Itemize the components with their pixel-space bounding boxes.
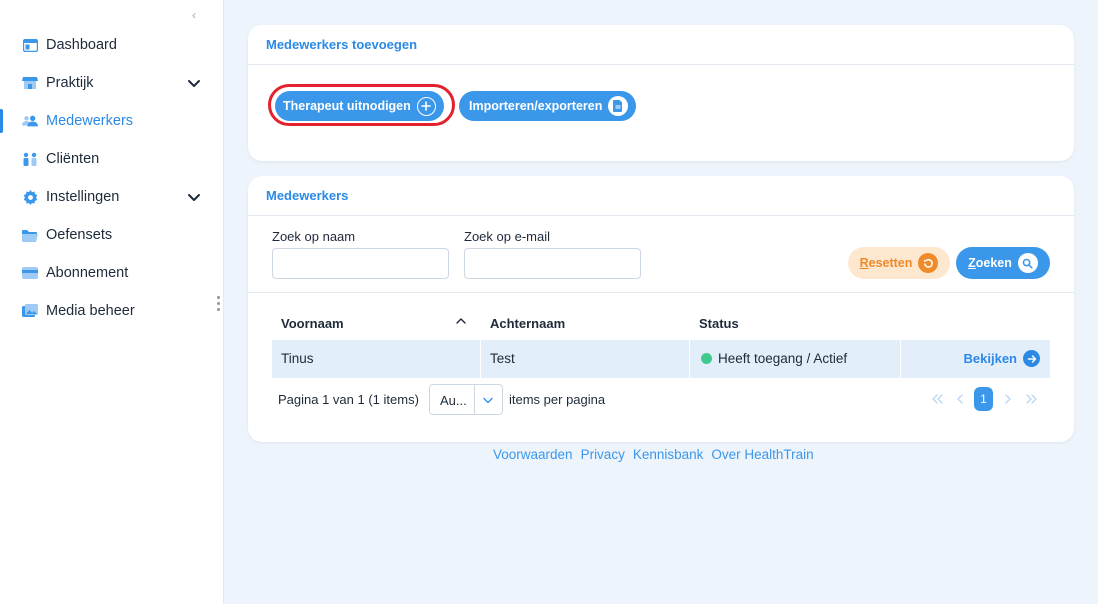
footer-link-voorwaarden[interactable]: Voorwaarden bbox=[493, 447, 573, 462]
column-header-status[interactable]: Status bbox=[699, 316, 739, 331]
sidebar-item-medewerkers[interactable]: Medewerkers bbox=[0, 102, 224, 140]
status-active-dot bbox=[701, 353, 712, 364]
credit-card-icon bbox=[22, 265, 38, 281]
sidebar-item-instellingen[interactable]: Instellingen bbox=[0, 178, 224, 216]
arrow-right-icon bbox=[1023, 350, 1040, 367]
dashboard-icon bbox=[22, 37, 38, 53]
page-size-select[interactable]: Au... bbox=[429, 384, 503, 415]
sidebar-item-abonnement[interactable]: Abonnement bbox=[0, 254, 224, 292]
add-staff-card-title: Medewerkers toevoegen bbox=[248, 25, 1074, 65]
import-export-button[interactable]: Importeren/exporteren bbox=[459, 91, 637, 121]
search-email-label: Zoek op e-mail bbox=[464, 229, 550, 244]
add-staff-card: Medewerkers toevoegen Therapeut uitnodig… bbox=[248, 25, 1074, 161]
sort-ascending-icon[interactable] bbox=[454, 314, 468, 328]
document-icon bbox=[608, 96, 629, 116]
sidebar-item-label: Abonnement bbox=[46, 265, 129, 281]
first-page-icon[interactable] bbox=[929, 387, 945, 411]
invite-therapist-button[interactable]: Therapeut uitnodigen bbox=[275, 91, 444, 121]
table-header: Voornaam Achternaam Status bbox=[272, 308, 1050, 338]
footer-link-privacy[interactable]: Privacy bbox=[581, 447, 625, 462]
plus-circle-icon bbox=[416, 96, 436, 116]
page-size-value: Au... bbox=[440, 393, 467, 408]
reset-icon bbox=[918, 253, 939, 273]
items-per-page-label: items per pagina bbox=[509, 392, 606, 407]
invite-therapist-label: Therapeut uitnodigen bbox=[283, 99, 411, 113]
cell-first-name: Tinus bbox=[281, 351, 314, 366]
search-icon bbox=[1017, 253, 1038, 273]
reset-button[interactable]: Resetten bbox=[848, 247, 950, 279]
sidebar-nav: Dashboard Praktijk Medewerkers Cliënten bbox=[0, 26, 224, 330]
search-email-input[interactable] bbox=[464, 248, 641, 279]
sidebar-item-label: Media beheer bbox=[46, 303, 135, 319]
search-name-label: Zoek op naam bbox=[272, 229, 356, 244]
search-button[interactable]: Zoeken bbox=[956, 247, 1050, 279]
search-name-input[interactable] bbox=[272, 248, 449, 279]
sidebar: ‹ Dashboard Praktijk Medewerkers Cliënte… bbox=[0, 0, 224, 604]
sidebar-item-oefensets[interactable]: Oefensets bbox=[0, 216, 224, 254]
pager-summary: Pagina 1 van 1 (1 items) bbox=[278, 392, 419, 407]
media-icon bbox=[22, 303, 38, 319]
sidebar-item-label: Medewerkers bbox=[46, 113, 134, 129]
chevron-down-icon[interactable] bbox=[186, 75, 202, 91]
search-label: Zoeken bbox=[968, 256, 1012, 270]
sidebar-item-clienten[interactable]: Cliënten bbox=[0, 140, 224, 178]
footer-links: Voorwaarden Privacy Kennisbank Over Heal… bbox=[493, 447, 814, 462]
gear-icon bbox=[22, 189, 38, 205]
sidebar-item-media-beheer[interactable]: Media beheer bbox=[0, 292, 224, 330]
sidebar-item-label: Cliënten bbox=[46, 151, 100, 167]
next-page-icon[interactable] bbox=[1002, 387, 1014, 411]
import-export-label: Importeren/exporteren bbox=[469, 99, 603, 113]
view-staff-link[interactable]: Bekijken bbox=[964, 350, 1040, 367]
cell-last-name: Test bbox=[490, 351, 515, 366]
resize-handle[interactable] bbox=[217, 296, 221, 314]
table-row[interactable]: Tinus Test Heeft toegang / Actief Bekijk… bbox=[272, 340, 1050, 378]
chevron-down-icon bbox=[481, 393, 495, 407]
column-header-first-name[interactable]: Voornaam bbox=[281, 316, 344, 331]
column-header-last-name[interactable]: Achternaam bbox=[490, 316, 565, 331]
footer-link-kennisbank[interactable]: Kennisbank bbox=[633, 447, 704, 462]
view-staff-label: Bekijken bbox=[963, 351, 1017, 366]
users-icon bbox=[22, 113, 38, 129]
store-icon bbox=[22, 75, 38, 91]
sidebar-item-label: Praktijk bbox=[46, 75, 94, 91]
chevron-left-icon[interactable]: ‹ bbox=[192, 8, 196, 22]
previous-page-icon[interactable] bbox=[954, 387, 966, 411]
page-number-current[interactable]: 1 bbox=[974, 387, 993, 411]
footer-link-over-healthtrain[interactable]: Over HealthTrain bbox=[711, 447, 813, 462]
chevron-down-icon[interactable] bbox=[186, 189, 202, 205]
status-text: Heeft toegang / Actief bbox=[718, 351, 848, 366]
filter-divider bbox=[248, 292, 1074, 293]
sidebar-item-label: Oefensets bbox=[46, 227, 113, 243]
reset-label: Resetten bbox=[859, 256, 913, 270]
sidebar-item-dashboard[interactable]: Dashboard bbox=[0, 26, 224, 64]
staff-list-title: Medewerkers bbox=[248, 176, 1074, 216]
sidebar-item-label: Dashboard bbox=[46, 37, 117, 53]
sidebar-item-praktijk[interactable]: Praktijk bbox=[0, 64, 224, 102]
folder-icon bbox=[22, 227, 38, 243]
last-page-icon[interactable] bbox=[1024, 387, 1040, 411]
staff-list-card: Medewerkers Zoek op naam Zoek op e-mail … bbox=[248, 176, 1074, 442]
clients-icon bbox=[22, 151, 38, 167]
sidebar-item-label: Instellingen bbox=[46, 189, 120, 205]
cell-status: Heeft toegang / Actief bbox=[701, 351, 847, 366]
